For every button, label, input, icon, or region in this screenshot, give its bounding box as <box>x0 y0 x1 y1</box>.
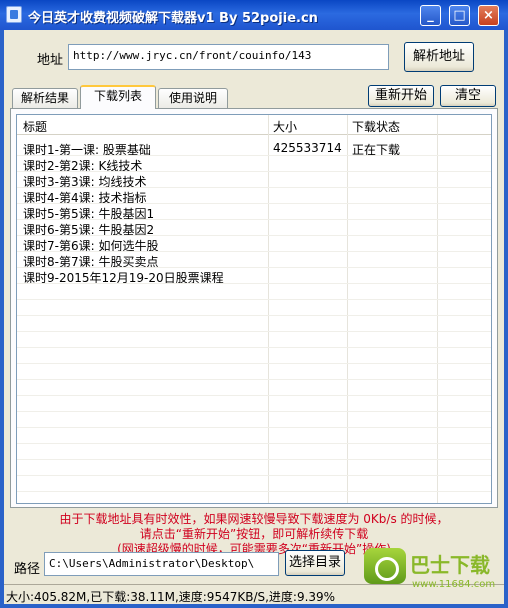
column-title[interactable]: 标题 <box>23 118 47 135</box>
row-gridline <box>17 171 491 172</box>
tab-parse-results[interactable]: 解析结果 <box>12 88 78 108</box>
row-gridline <box>17 475 491 476</box>
tab-download-list[interactable]: 下载列表 <box>80 85 156 109</box>
title-bar[interactable]: 今日英才收费视频破解下载器v1 By 52pojie.cn _ □ × <box>0 0 508 30</box>
row-gridline <box>17 379 491 380</box>
maximize-button[interactable]: □ <box>449 5 470 26</box>
list-row[interactable]: 课时6-第5课: 牛股基因2 <box>17 220 491 237</box>
row-gridline <box>17 251 491 252</box>
close-button[interactable]: × <box>478 5 499 26</box>
row-gridline <box>17 203 491 204</box>
choose-directory-button[interactable]: 选择目录 <box>285 550 345 576</box>
restart-button[interactable]: 重新开始 <box>368 85 434 107</box>
window-title: 今日英才收费视频破解下载器v1 By 52pojie.cn <box>28 11 318 26</box>
app-window: 今日英才收费视频破解下载器v1 By 52pojie.cn _ □ × 地址 h… <box>0 0 508 608</box>
row-gridline <box>17 187 491 188</box>
list-row[interactable]: 课时9-2015年12月19-20日股票课程 <box>17 268 491 285</box>
site-watermark: 巴士下载 www.11684.com <box>360 545 500 603</box>
row-gridline <box>17 283 491 284</box>
row-gridline <box>17 331 491 332</box>
row-gridline <box>17 363 491 364</box>
list-row[interactable]: 课时3-第3课: 均线技术 <box>17 172 491 189</box>
list-header: 标题 大小 下载状态 <box>17 115 491 135</box>
clear-button[interactable]: 清空 <box>440 85 496 107</box>
address-label: 地址 <box>37 53 64 68</box>
list-row[interactable]: 课时1-第一课: 股票基础 425533714 正在下载 <box>17 140 491 157</box>
address-input[interactable]: http://www.jryc.cn/front/couinfo/143 <box>68 44 389 70</box>
row-gridline <box>17 443 491 444</box>
app-icon <box>6 6 22 23</box>
column-size[interactable]: 大小 <box>273 118 297 135</box>
row-gridline <box>17 235 491 236</box>
list-row[interactable]: 课时7-第6课: 如何选牛股 <box>17 236 491 253</box>
path-label: 路径 <box>14 562 41 577</box>
watermark-url: www.11684.com <box>412 579 496 590</box>
row-gridline <box>17 395 491 396</box>
row-gridline <box>17 491 491 492</box>
list-row[interactable]: 课时4-第4课: 技术指标 <box>17 188 491 205</box>
client-area: 地址 http://www.jryc.cn/front/couinfo/143 … <box>4 30 504 604</box>
row-gridline <box>17 219 491 220</box>
path-input[interactable]: C:\Users\Administrator\Desktop\ <box>44 552 279 576</box>
parse-address-button[interactable]: 解析地址 <box>404 42 474 72</box>
row-gridline <box>17 267 491 268</box>
download-list[interactable]: 标题 大小 下载状态 课时1-第一课: 股票基础 425533714 正在下载 课时2… <box>16 114 492 504</box>
list-row[interactable]: 课时2-第2课: K线技术 <box>17 156 491 173</box>
row-gridline <box>17 347 491 348</box>
tab-panel: 标题 大小 下载状态 课时1-第一课: 股票基础 425533714 正在下载 课时2… <box>10 108 498 508</box>
minimize-button[interactable]: _ <box>420 5 441 26</box>
row-gridline <box>17 411 491 412</box>
column-status[interactable]: 下载状态 <box>352 118 400 135</box>
watermark-name: 巴士下载 <box>410 553 490 577</box>
tab-instructions[interactable]: 使用说明 <box>158 88 228 108</box>
row-gridline <box>17 427 491 428</box>
row-gridline <box>17 315 491 316</box>
row-gridline <box>17 155 491 156</box>
watermark-logo-icon <box>364 548 406 584</box>
row-size: 425533714 <box>273 141 342 155</box>
row-gridline <box>17 299 491 300</box>
row-gridline <box>17 459 491 460</box>
list-row[interactable]: 课时8-第7课: 牛股买卖点 <box>17 252 491 269</box>
list-row[interactable]: 课时5-第5课: 牛股基因1 <box>17 204 491 221</box>
